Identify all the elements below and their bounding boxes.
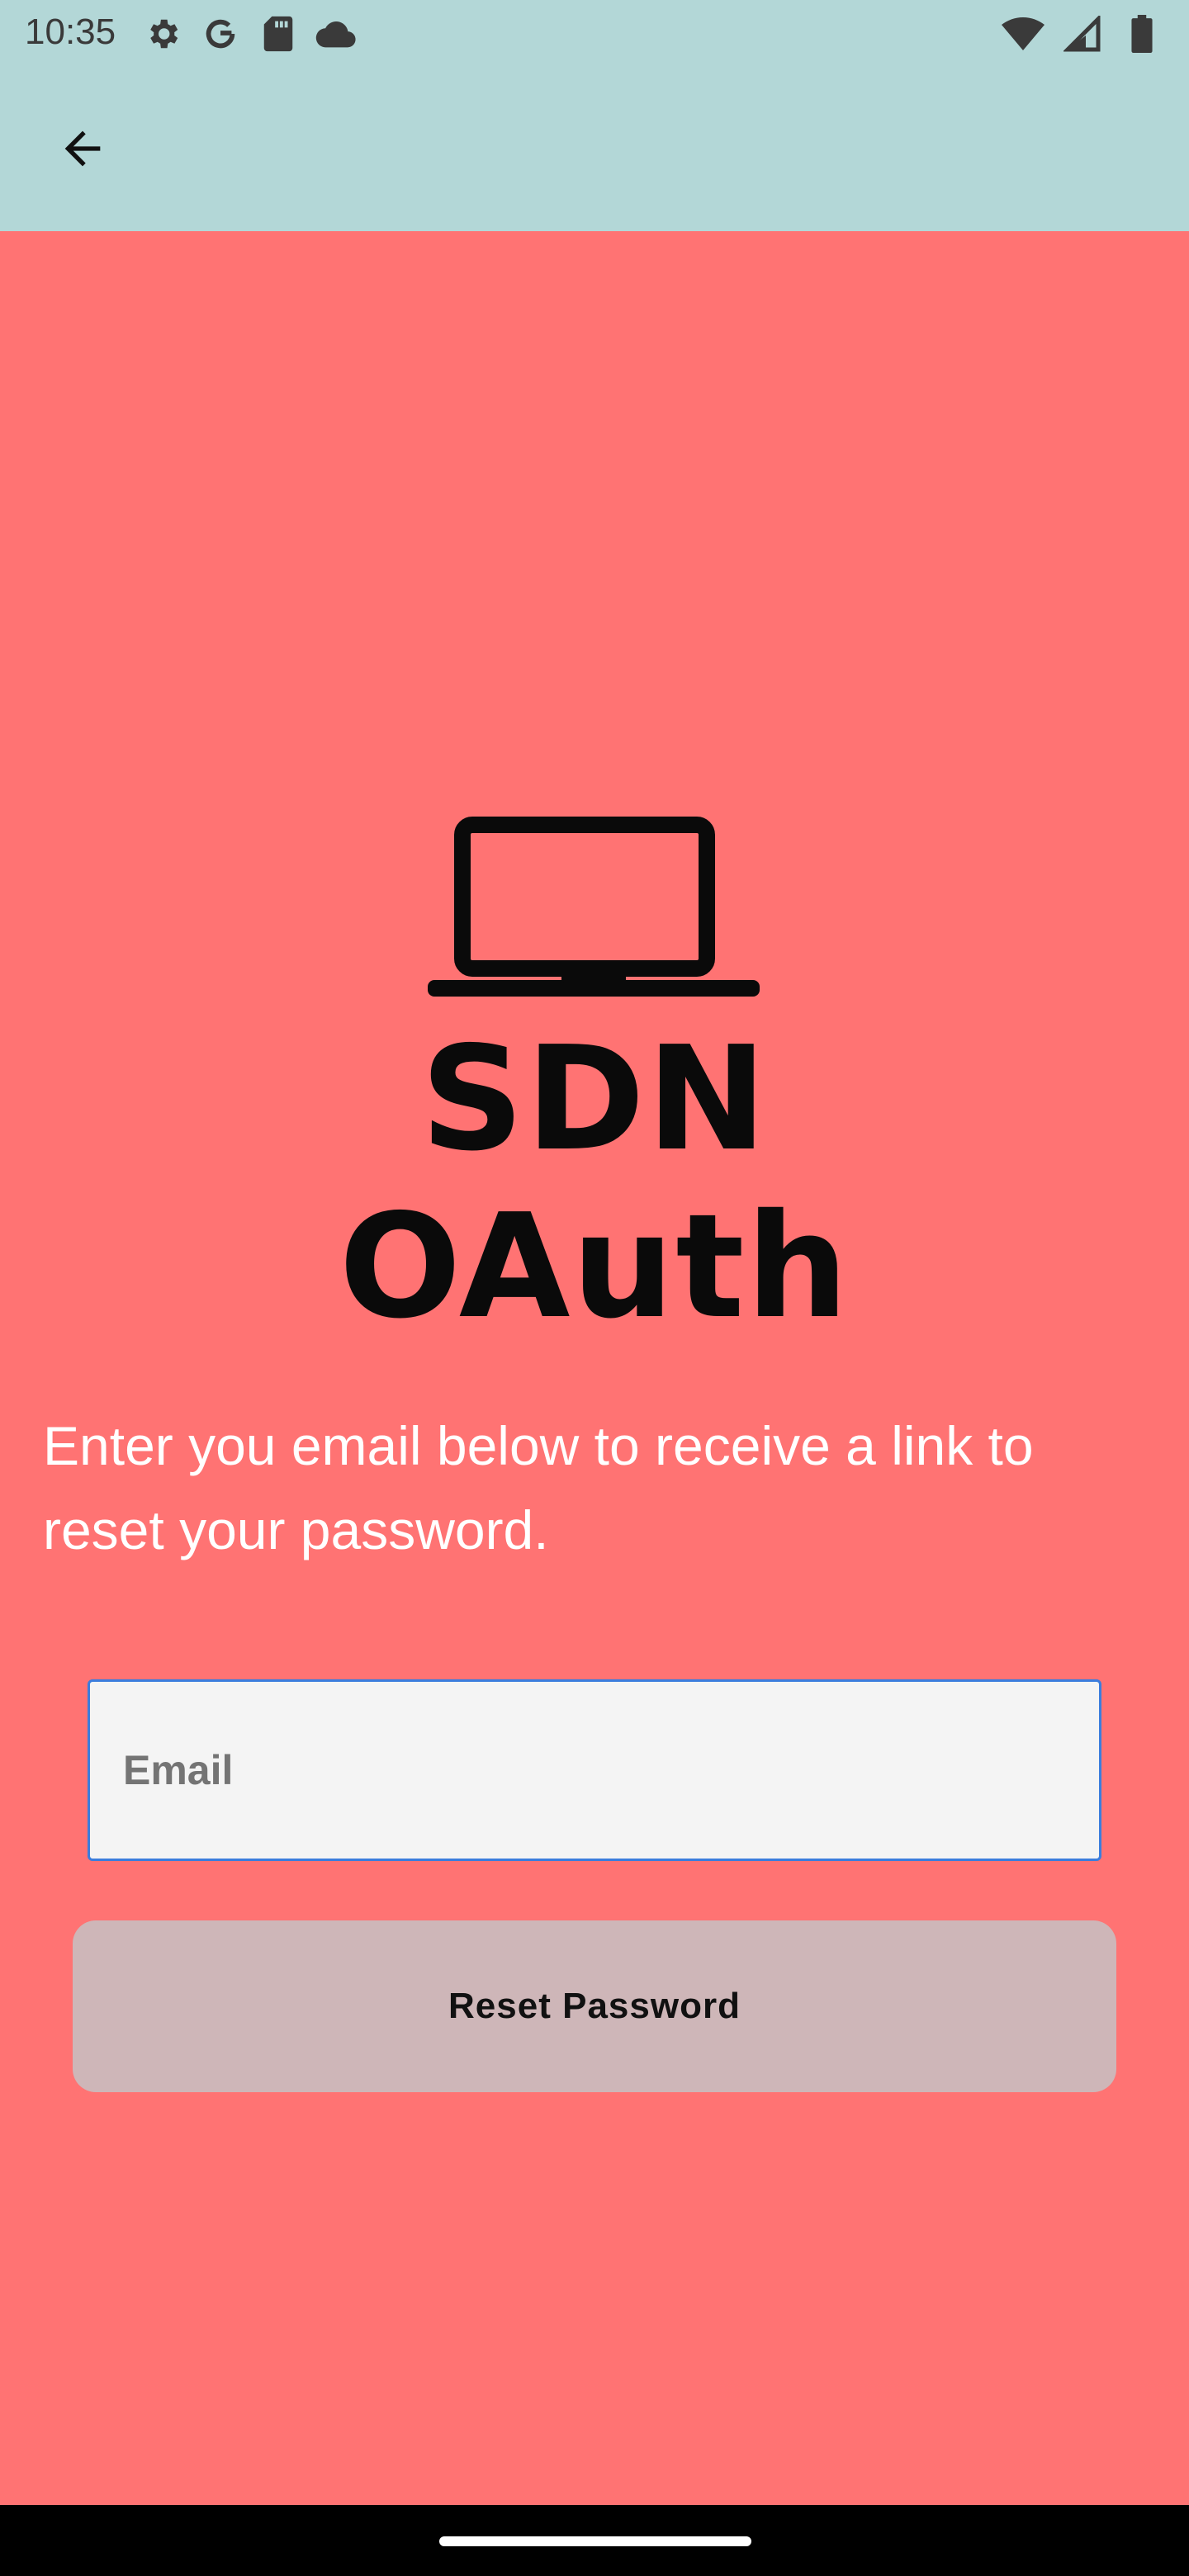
status-icons-right [1001, 13, 1164, 54]
app-screen: 10:35 SDN OAuth Enter you email below to… [0, 0, 1189, 2576]
wifi-icon [1001, 13, 1045, 54]
battery-icon [1120, 13, 1164, 54]
app-logo: SDN OAuth [165, 805, 1024, 1351]
settings-icon [142, 13, 183, 54]
status-time: 10:35 [25, 12, 116, 52]
logo-text: SDN OAuth [339, 1016, 850, 1351]
system-nav-bar [0, 2505, 1189, 2576]
instruction-text: Enter you email below to receive a link … [43, 1415, 1034, 1560]
google-icon [200, 13, 241, 54]
cloud-icon [315, 13, 357, 54]
arrow-back-icon [64, 130, 101, 167]
reset-password-button[interactable]: Reset Password [73, 1920, 1116, 2092]
app-bar: 10:35 [0, 0, 1189, 231]
status-icons-left [142, 13, 357, 54]
laptop-icon [428, 817, 760, 997]
back-button[interactable] [43, 109, 122, 188]
home-gesture-handle[interactable] [439, 2536, 751, 2546]
sd-card-icon [258, 13, 299, 54]
email-input[interactable] [123, 1682, 1064, 1859]
signal-icon [1060, 13, 1105, 54]
email-field[interactable] [88, 1679, 1101, 1861]
